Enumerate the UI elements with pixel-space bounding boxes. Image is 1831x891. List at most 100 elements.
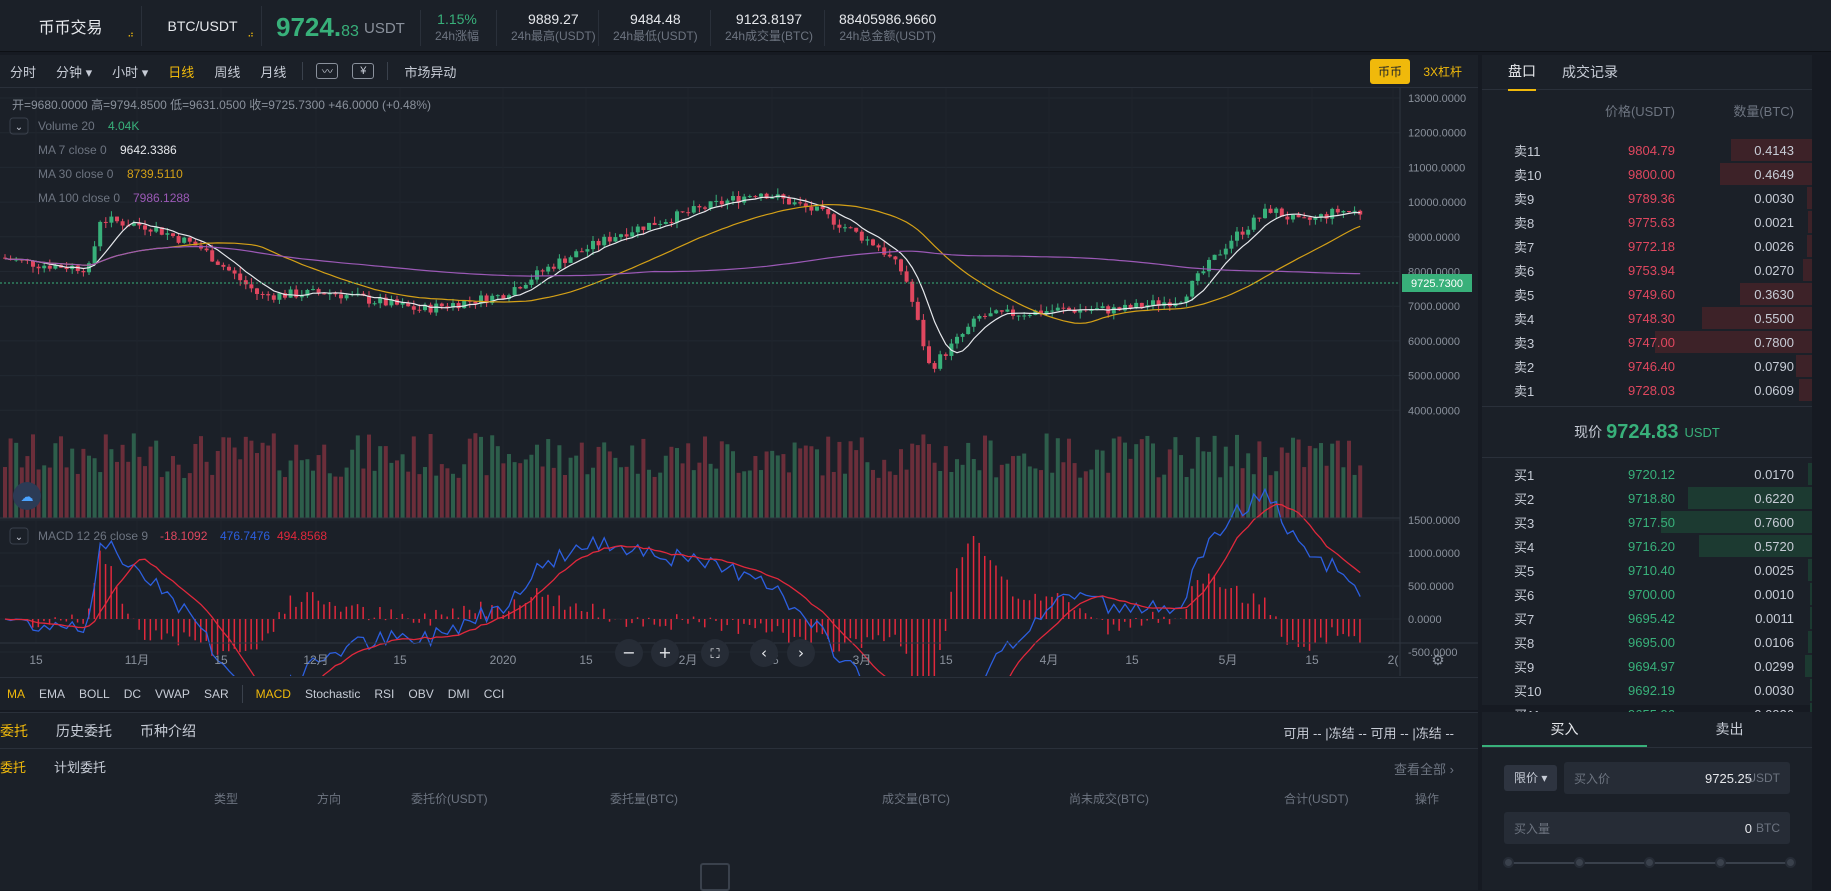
macd-hist-bar: [346, 607, 348, 619]
volume-bar: [9, 438, 13, 518]
tab-open-orders[interactable]: 委托: [0, 721, 42, 741]
page-scrollbar[interactable]: [1816, 55, 1831, 890]
tab-buy[interactable]: 买入: [1482, 712, 1647, 747]
amount-slider[interactable]: [1508, 862, 1790, 864]
row-label: 买10: [1514, 681, 1541, 700]
tab-orderbook[interactable]: 盘口: [1508, 53, 1536, 91]
slider-stop-75[interactable]: [1715, 857, 1726, 868]
candle-body: [440, 304, 444, 307]
view-all-link[interactable]: 查看全部 ›: [1394, 759, 1454, 778]
tab-trades[interactable]: 成交记录: [1562, 54, 1618, 90]
buy-amount-input[interactable]: 买入量 0 BTC: [1504, 812, 1790, 844]
ask-row[interactable]: 卖39747.000.7800: [1482, 330, 1812, 354]
bid-row[interactable]: 买29718.800.6220: [1482, 486, 1812, 510]
ask-row[interactable]: 卖109800.000.4649: [1482, 162, 1812, 186]
indicator-dmi[interactable]: DMI: [441, 687, 477, 701]
candle-body: [177, 236, 181, 243]
ask-row[interactable]: 卖99789.360.0030: [1482, 186, 1812, 210]
macd-tick: 1500.0000: [1408, 515, 1460, 527]
slider-stop-50[interactable]: [1644, 857, 1655, 868]
bid-row[interactable]: 买109692.190.0030: [1482, 678, 1812, 702]
interval-hour[interactable]: 小时 ▾: [102, 62, 158, 81]
slider-stop-100[interactable]: [1785, 857, 1796, 868]
ask-row[interactable]: 卖69753.940.0270: [1482, 258, 1812, 282]
volume-bar: [1336, 441, 1340, 518]
market-move-button[interactable]: 市场异动: [394, 62, 466, 81]
bid-row[interactable]: 买99694.970.0299: [1482, 654, 1812, 678]
macd-hist-bar: [407, 618, 409, 619]
ask-row[interactable]: 卖89775.630.0021: [1482, 210, 1812, 234]
indicator-macd[interactable]: MACD: [249, 687, 298, 701]
volume-bar: [737, 473, 741, 518]
volume-bar: [1028, 466, 1032, 518]
interval-week[interactable]: 周线: [204, 62, 250, 81]
spot-button[interactable]: 币币: [1370, 59, 1410, 84]
ask-row[interactable]: 卖119804.790.4143: [1482, 138, 1812, 162]
candle-body: [339, 294, 343, 298]
leverage-button[interactable]: 3X杠杆: [1423, 63, 1462, 80]
indicator-dc[interactable]: DC: [117, 687, 148, 701]
interval-month[interactable]: 月线: [250, 62, 296, 81]
slider-stop-25[interactable]: [1574, 857, 1585, 868]
indicator-sar[interactable]: SAR: [197, 687, 236, 701]
slider-stop-0[interactable]: [1503, 857, 1514, 868]
volume-bar: [1229, 466, 1233, 518]
indicator-cci[interactable]: CCI: [477, 687, 512, 701]
chart-type-icon[interactable]: 〰: [316, 63, 338, 79]
price-tick: 6000.0000: [1408, 336, 1460, 348]
volume-bar: [742, 471, 746, 518]
currency-icon[interactable]: ¥: [352, 63, 374, 79]
ask-row[interactable]: 卖29746.400.0790: [1482, 354, 1812, 378]
volume-bar: [154, 441, 158, 518]
macd-hist-bar: [1124, 619, 1126, 622]
macd-hist-bar: [284, 614, 286, 619]
volume-bar: [938, 471, 942, 518]
indicator-ma[interactable]: MA: [0, 687, 32, 701]
bid-row[interactable]: 买19720.120.0170: [1482, 462, 1812, 486]
volume-bar: [1045, 434, 1049, 518]
ask-row[interactable]: 卖49748.300.5500: [1482, 306, 1812, 330]
volume-bar: [1168, 449, 1172, 518]
candle-body: [619, 234, 623, 237]
subtab-plan-orders[interactable]: 计划委托: [40, 757, 120, 776]
ask-row[interactable]: 卖79772.180.0026: [1482, 234, 1812, 258]
bid-row[interactable]: 买59710.400.0025: [1482, 558, 1812, 582]
indicator-vwap[interactable]: VWAP: [148, 687, 197, 701]
bid-row[interactable]: 买89695.000.0106: [1482, 630, 1812, 654]
minus-icon: −: [622, 643, 635, 662]
macd-tick: 500.0000: [1408, 581, 1454, 593]
volume-bar: [703, 436, 707, 518]
candle-body: [658, 224, 662, 225]
bid-row[interactable]: 买49716.200.5720: [1482, 534, 1812, 558]
macd-hist-bar: [514, 599, 516, 619]
row-label: 买4: [1514, 537, 1534, 556]
bid-row[interactable]: 买69700.000.0010: [1482, 582, 1812, 606]
ask-row[interactable]: 卖59749.600.3630: [1482, 282, 1812, 306]
buy-price-input[interactable]: 买入价 9725.25 USDT: [1564, 762, 1790, 794]
volume-bar: [412, 436, 416, 518]
indicator-ema[interactable]: EMA: [32, 687, 72, 701]
pair-selector[interactable]: BTC/USDT⠴: [144, 6, 262, 46]
tab-coin-info[interactable]: 币种介绍: [126, 721, 210, 741]
order-type-select[interactable]: 限价 ▾: [1504, 762, 1559, 794]
indicator-rsi[interactable]: RSI: [367, 687, 401, 701]
macd-hist-bar: [1242, 603, 1244, 619]
candlestick-chart[interactable]: 13000.000012000.000011000.000010000.0000…: [0, 88, 1478, 676]
bid-row[interactable]: 买39717.500.7600: [1482, 510, 1812, 534]
candle-body: [1347, 211, 1351, 212]
macd-hist-bar: [866, 619, 868, 637]
bid-row[interactable]: 买79695.420.0011: [1482, 606, 1812, 630]
tab-sell[interactable]: 卖出: [1647, 712, 1812, 747]
interval-timeline[interactable]: 分时: [0, 62, 46, 81]
indicator-stochastic[interactable]: Stochastic: [298, 687, 367, 701]
price-placeholder: 买入价: [1574, 770, 1610, 787]
brand-title[interactable]: 币币交易⠴: [0, 6, 142, 46]
tab-history[interactable]: 历史委托: [42, 721, 126, 741]
interval-day[interactable]: 日线: [158, 62, 204, 81]
indicator-boll[interactable]: BOLL: [72, 687, 117, 701]
ask-row[interactable]: 卖19728.030.0609: [1482, 378, 1812, 402]
subtab-orders[interactable]: 委托: [0, 757, 40, 776]
interval-minute[interactable]: 分钟 ▾: [46, 62, 102, 81]
macd-hist-bar: [178, 619, 180, 645]
indicator-obv[interactable]: OBV: [401, 687, 440, 701]
